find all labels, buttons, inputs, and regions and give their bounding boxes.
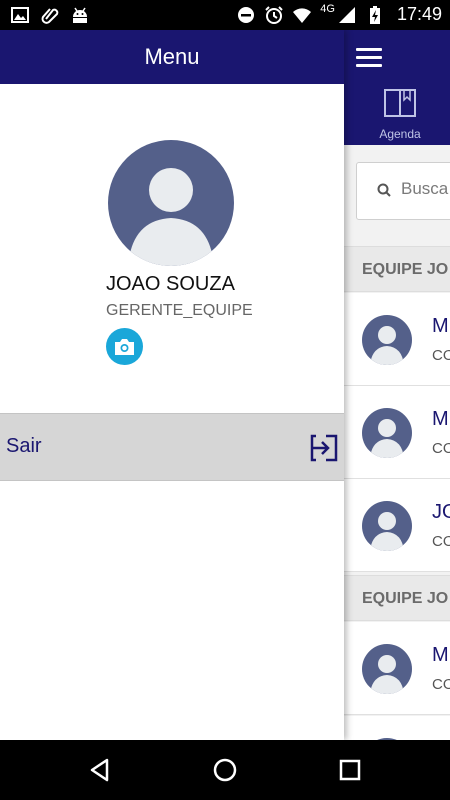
list-item-name: JO xyxy=(432,501,450,523)
app-bar: Agenda xyxy=(344,30,450,145)
avatar xyxy=(362,501,412,551)
user-role: GERENTE_EQUIPE xyxy=(106,302,253,319)
alarm-icon xyxy=(265,5,283,24)
recents-icon[interactable] xyxy=(337,757,363,783)
profile-avatar xyxy=(108,140,234,266)
logout-icon xyxy=(310,434,338,462)
search-input[interactable]: Busca xyxy=(356,162,450,220)
home-icon[interactable] xyxy=(212,757,238,783)
image-icon xyxy=(11,7,29,23)
section-header: EQUIPE JO xyxy=(344,246,450,292)
section-header: EQUIPE JO xyxy=(344,575,450,621)
hamburger-menu-icon[interactable] xyxy=(356,48,382,68)
list-item-subtitle: CO xyxy=(432,676,450,693)
list-item[interactable]: M CO xyxy=(344,386,450,479)
search-placeholder: Busca xyxy=(401,179,449,198)
network-type: 4G xyxy=(320,2,335,15)
do-not-disturb-icon xyxy=(238,6,255,23)
list-item[interactable]: M CO xyxy=(344,293,450,386)
tab-agenda[interactable]: Agenda xyxy=(374,88,426,141)
list-item[interactable] xyxy=(344,716,450,740)
wifi-icon xyxy=(293,7,312,23)
camera-icon xyxy=(115,339,134,355)
tab-agenda-label: Agenda xyxy=(379,127,421,141)
back-icon[interactable] xyxy=(87,757,113,783)
list-item-name: M xyxy=(432,408,449,430)
list-item[interactable]: JO CO xyxy=(344,479,450,572)
battery-charging-icon xyxy=(369,5,380,24)
user-name: JOAO SOUZA xyxy=(106,273,235,295)
list-item-name: M xyxy=(432,315,449,337)
signal-icon xyxy=(338,6,355,23)
android-icon xyxy=(73,7,87,23)
list-item[interactable]: M CO xyxy=(344,622,450,715)
system-nav-bar xyxy=(0,740,450,800)
avatar xyxy=(362,644,412,694)
clock: 17:49 xyxy=(396,4,442,24)
background-screen: Agenda Busca EQUIPE JO M CO M CO JO CO E… xyxy=(344,30,450,740)
logout-label: Sair xyxy=(6,435,42,457)
list-item-subtitle: CO xyxy=(432,533,450,550)
change-photo-button[interactable] xyxy=(106,328,143,365)
search-icon xyxy=(377,183,391,197)
status-bar: 4G 17:49 xyxy=(0,0,450,30)
list-item-subtitle: CO xyxy=(432,440,450,457)
attachment-icon xyxy=(41,8,59,24)
logout-menu-item[interactable]: Sair xyxy=(0,413,344,481)
avatar xyxy=(362,408,412,458)
list-item-subtitle: CO xyxy=(432,347,450,364)
list-item-name: M xyxy=(432,644,449,666)
avatar xyxy=(362,315,412,365)
drawer-title: Menu xyxy=(0,30,344,84)
navigation-drawer: Menu JOAO SOUZA GERENTE_EQUIPE Sair xyxy=(0,30,344,740)
book-icon xyxy=(384,89,416,117)
